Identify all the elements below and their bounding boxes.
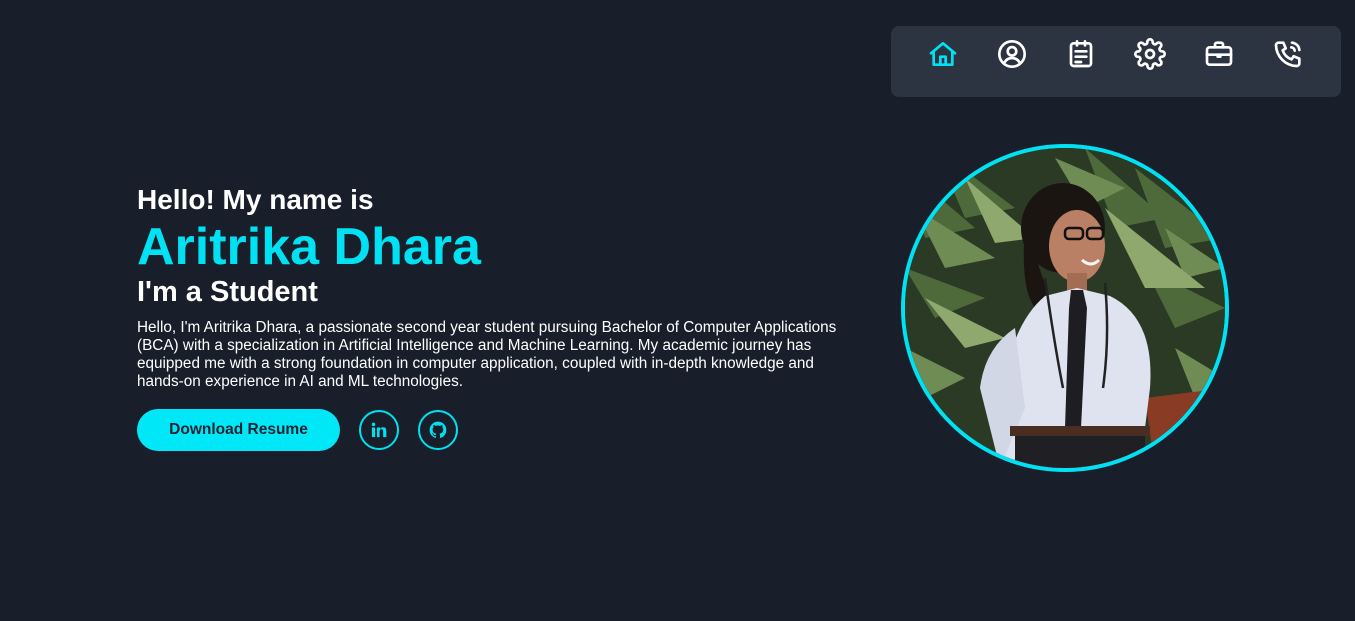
phone-icon (1274, 41, 1301, 68)
profile-photo (901, 144, 1229, 472)
linkedin-link[interactable] (359, 410, 399, 450)
bio-paragraph: Hello, I'm Aritrika Dhara, a passionate … (137, 319, 837, 390)
github-icon (429, 421, 447, 438)
greeting-text: Hello! My name is (137, 184, 374, 215)
nav-resume[interactable] (1063, 36, 1099, 72)
top-nav (891, 26, 1341, 97)
profile-photo-illustration (905, 148, 1225, 468)
nav-contact[interactable] (1270, 36, 1306, 72)
home-icon (929, 42, 957, 66)
nav-about[interactable] (994, 36, 1030, 72)
linkedin-icon (371, 422, 387, 438)
download-resume-button[interactable]: Download Resume (137, 409, 340, 451)
hero-section: Hello! My name is Aritrika Dhara I'm a S… (137, 182, 857, 391)
name-heading: Aritrika Dhara (137, 218, 481, 276)
role-text: I'm a Student (137, 276, 318, 308)
nav-skills[interactable] (1132, 36, 1168, 72)
nav-home[interactable] (925, 36, 961, 72)
gear-icon (1134, 38, 1166, 70)
user-circle-icon (998, 40, 1026, 68)
document-icon (1069, 40, 1093, 68)
nav-projects[interactable] (1201, 36, 1237, 72)
briefcase-icon (1205, 41, 1233, 66)
hero-actions: Download Resume (137, 409, 458, 451)
github-link[interactable] (418, 410, 458, 450)
